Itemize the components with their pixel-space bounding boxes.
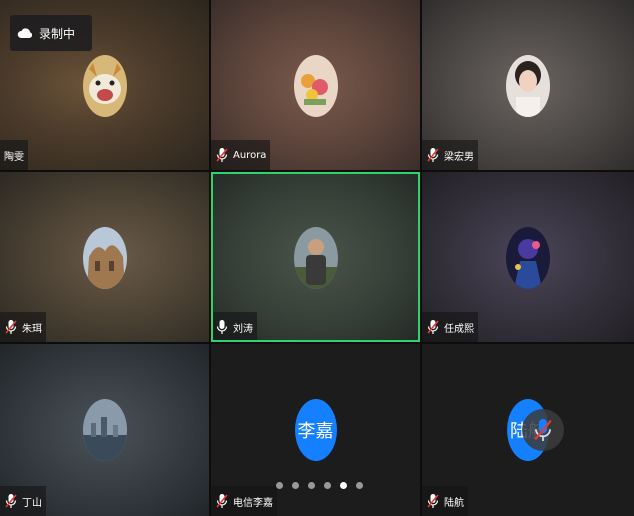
participant-name: 丁山 [22, 497, 42, 509]
participant-avatar [82, 55, 127, 117]
participant-tile[interactable]: 李嘉 电信李嘉 [211, 344, 420, 516]
participant-name: 朱珥 [22, 323, 42, 335]
mic-muted-icon [427, 320, 439, 334]
participant-label: 梁宏男 [422, 140, 478, 170]
participant-label: 陆航 [422, 486, 468, 516]
participant-tile[interactable]: 丁山 [0, 344, 209, 516]
participant-label: 陶雯 [0, 140, 28, 170]
mic-muted-icon [5, 494, 17, 508]
participant-name: 陆航 [444, 497, 464, 509]
participant-label: 朱珥 [0, 312, 46, 342]
participant-avatar [293, 227, 338, 289]
recording-label: 录制中 [39, 26, 76, 41]
participant-text-avatar: 李嘉 [294, 399, 337, 461]
participant-name: 电信李嘉 [233, 497, 273, 509]
participant-name: 陶雯 [4, 151, 24, 163]
participant-avatar [506, 55, 550, 117]
participant-name: 刘涛 [233, 323, 253, 335]
page-dot-active[interactable] [340, 482, 347, 489]
participant-label: 丁山 [0, 486, 46, 516]
page-dot[interactable] [324, 482, 331, 489]
page-dot[interactable] [308, 482, 315, 489]
mic-muted-overlay-icon [522, 409, 564, 451]
page-indicator[interactable] [276, 482, 363, 489]
participant-name: Aurora [233, 149, 267, 161]
participant-label: 刘涛 [211, 312, 257, 342]
participant-tile[interactable]: 梁宏男 [422, 0, 634, 170]
mic-muted-icon [216, 148, 228, 162]
participant-name: 梁宏男 [444, 151, 474, 163]
cloud-icon [17, 28, 33, 38]
page-dot[interactable] [356, 482, 363, 489]
participant-avatar [82, 399, 127, 461]
mic-muted-icon [5, 320, 17, 334]
participant-name: 任成熙 [444, 323, 474, 335]
participant-avatar [506, 227, 550, 289]
participant-avatar [82, 227, 127, 289]
recording-indicator[interactable]: 录制中 [10, 15, 92, 51]
participant-label: 任成熙 [422, 312, 478, 342]
mic-on-icon [216, 320, 228, 334]
participant-label: 电信李嘉 [211, 486, 277, 516]
mic-muted-icon [427, 494, 439, 508]
page-dot[interactable] [292, 482, 299, 489]
participant-tile[interactable]: 朱珥 [0, 172, 209, 342]
mic-muted-icon [216, 494, 228, 508]
participant-avatar [293, 55, 338, 117]
participant-label: Aurora [211, 140, 271, 170]
participant-tile-active-speaker[interactable]: 刘涛 [211, 172, 420, 342]
mic-muted-icon [427, 148, 439, 162]
participant-tile[interactable]: Aurora [211, 0, 420, 170]
page-dot[interactable] [276, 482, 283, 489]
participant-tile[interactable]: 任成熙 [422, 172, 634, 342]
